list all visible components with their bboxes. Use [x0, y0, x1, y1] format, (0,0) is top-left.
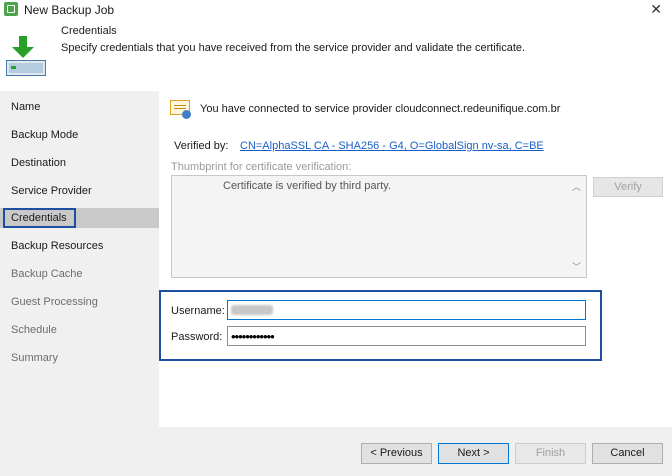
- step-backup-cache[interactable]: Backup Cache: [0, 264, 159, 284]
- step-summary[interactable]: Summary: [0, 348, 159, 368]
- step-guest-processing[interactable]: Guest Processing: [0, 292, 159, 312]
- step-label: Name: [11, 101, 41, 113]
- previous-button[interactable]: < Previous: [361, 443, 432, 464]
- title-bar: New Backup Job ✕: [0, 0, 672, 20]
- step-label: Schedule: [11, 324, 57, 336]
- step-destination[interactable]: Destination: [0, 153, 159, 173]
- certificate-icon: [170, 100, 192, 120]
- connection-status-text: You have connected to service provider c…: [200, 103, 561, 115]
- step-title: Credentials: [61, 25, 117, 37]
- finish-button[interactable]: Finish: [515, 443, 586, 464]
- verified-by-label: Verified by:: [174, 140, 229, 152]
- certificate-link[interactable]: CN=AlphaSSL CA - SHA256 - G4, O=GlobalSi…: [240, 140, 544, 152]
- username-label: Username:: [171, 305, 225, 317]
- chevron-up-icon[interactable]: ︿: [572, 180, 581, 193]
- step-label: Guest Processing: [11, 296, 98, 308]
- step-schedule[interactable]: Schedule: [0, 320, 159, 340]
- step-label: Backup Mode: [11, 129, 79, 141]
- step-label: Credentials: [11, 212, 67, 224]
- wizard-header: Credentials Specify credentials that you…: [0, 20, 672, 84]
- password-input[interactable]: [227, 326, 586, 346]
- wizard-steps-sidebar: Name Backup Mode Destination Service Pro…: [0, 91, 159, 427]
- cancel-button[interactable]: Cancel: [592, 443, 663, 464]
- backup-job-icon: [4, 2, 18, 16]
- password-label: Password:: [171, 331, 223, 343]
- step-subtitle: Specify credentials that you have receiv…: [61, 42, 526, 54]
- step-backup-mode[interactable]: Backup Mode: [0, 125, 159, 145]
- thumbprint-label: Thumbprint for certificate verification:: [171, 161, 352, 173]
- step-label: Summary: [11, 352, 59, 364]
- next-button[interactable]: Next >: [438, 443, 509, 464]
- verify-button[interactable]: Verify: [593, 177, 663, 197]
- step-label: Destination: [11, 157, 67, 169]
- step-label: Backup Resources: [11, 240, 104, 252]
- window-title: New Backup Job: [24, 3, 115, 17]
- step-credentials[interactable]: Credentials: [0, 208, 159, 228]
- step-name[interactable]: Name: [0, 97, 159, 117]
- username-input[interactable]: [227, 300, 586, 320]
- thumbprint-textarea[interactable]: Certificate is verified by third party. …: [171, 175, 587, 278]
- step-label: Service Provider: [11, 185, 92, 197]
- step-service-provider[interactable]: Service Provider: [0, 181, 159, 201]
- redacted-username: [231, 305, 273, 315]
- wizard-footer: < Previous Next > Finish Cancel: [0, 427, 672, 476]
- thumbprint-text: Certificate is verified by third party.: [223, 180, 391, 192]
- step-label: Backup Cache: [11, 268, 83, 280]
- download-to-drive-icon: [6, 36, 46, 80]
- chevron-down-icon[interactable]: ﹀: [572, 260, 581, 273]
- step-backup-resources[interactable]: Backup Resources: [0, 236, 159, 256]
- close-icon[interactable]: ✕: [650, 1, 662, 18]
